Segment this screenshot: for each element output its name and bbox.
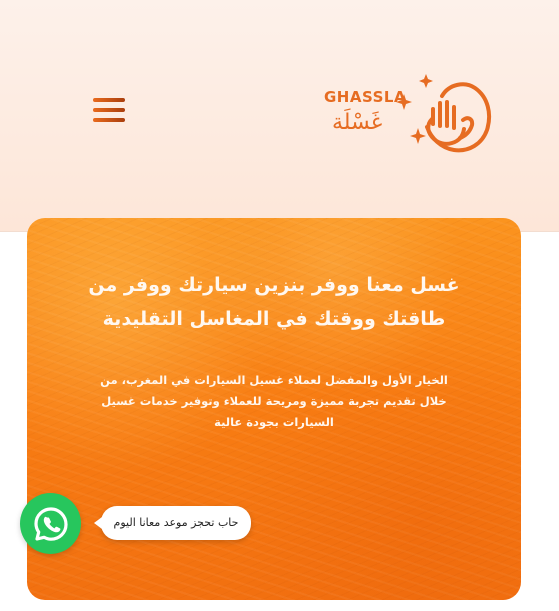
hero-heading: غسل معنا ووفر بنزين سيارتك ووفر من طاقتك… xyxy=(88,274,460,330)
logo-latin-text: GHASSLA xyxy=(324,88,407,106)
ghassla-logo[interactable]: GHASSLA غَسْلَة xyxy=(322,74,494,154)
hand-wave-icon xyxy=(396,74,492,153)
site-header: GHASSLA غَسْلَة xyxy=(0,0,559,232)
hamburger-menu-button[interactable] xyxy=(93,96,125,124)
menu-line-top xyxy=(93,98,125,102)
menu-line-middle xyxy=(93,108,125,112)
logo-arabic-text: غَسْلَة xyxy=(332,110,383,135)
whatsapp-icon xyxy=(33,506,68,541)
whatsapp-button[interactable] xyxy=(20,493,81,554)
hero-banner: غسل معنا ووفر بنزين سيارتك ووفر من طاقتك… xyxy=(27,218,521,600)
whatsapp-booking-tooltip[interactable]: حاب تحجز موعد معانا اليوم xyxy=(94,506,251,540)
menu-line-bottom xyxy=(93,118,125,122)
hero-description: الخيار الأول والمفضل لعملاء غسيل السيارا… xyxy=(100,373,448,429)
